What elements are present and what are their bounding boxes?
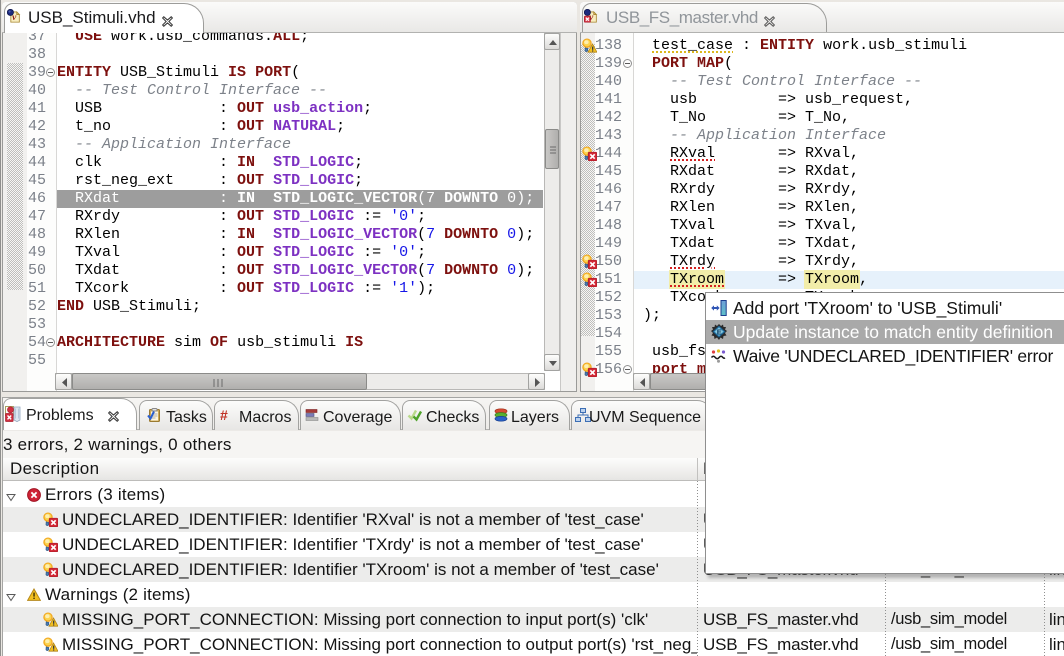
- svg-text:E: E: [717, 327, 722, 336]
- svg-text:#: #: [220, 407, 228, 423]
